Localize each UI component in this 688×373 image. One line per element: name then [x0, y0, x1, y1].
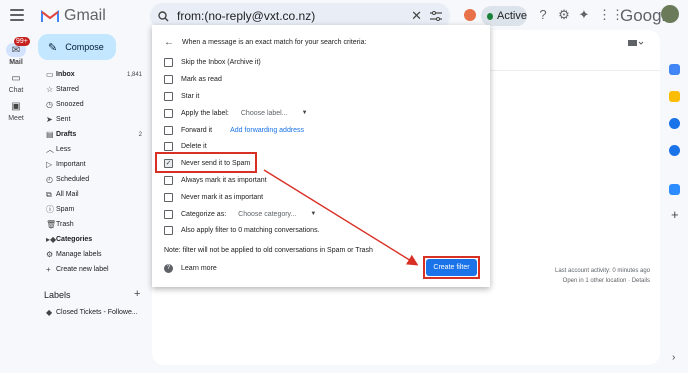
annotation-arrow [263, 169, 419, 266]
